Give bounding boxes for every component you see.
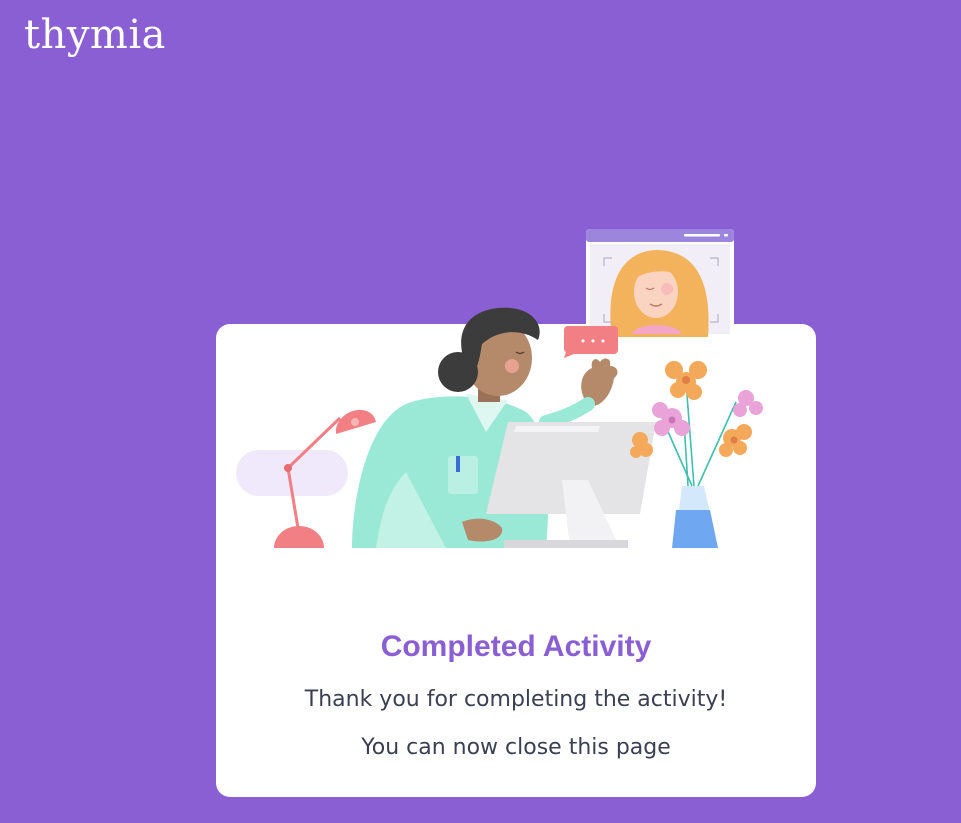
chat-bubble-icon: • • • xyxy=(564,326,618,358)
chat-bubble-dots: • • • xyxy=(580,335,606,348)
flower-vase-icon xyxy=(630,361,763,548)
completion-page: thymia Completed Activity Thank you for … xyxy=(0,0,961,823)
doctor-video-call-illustration: • • • xyxy=(236,229,763,548)
completion-message: Thank you for completing the activity! xyxy=(304,687,728,712)
completion-title: Completed Activity xyxy=(380,630,652,663)
thymia-logo: thymia xyxy=(24,12,167,58)
close-page-instruction: You can now close this page xyxy=(361,735,671,760)
video-call-window xyxy=(586,229,734,337)
